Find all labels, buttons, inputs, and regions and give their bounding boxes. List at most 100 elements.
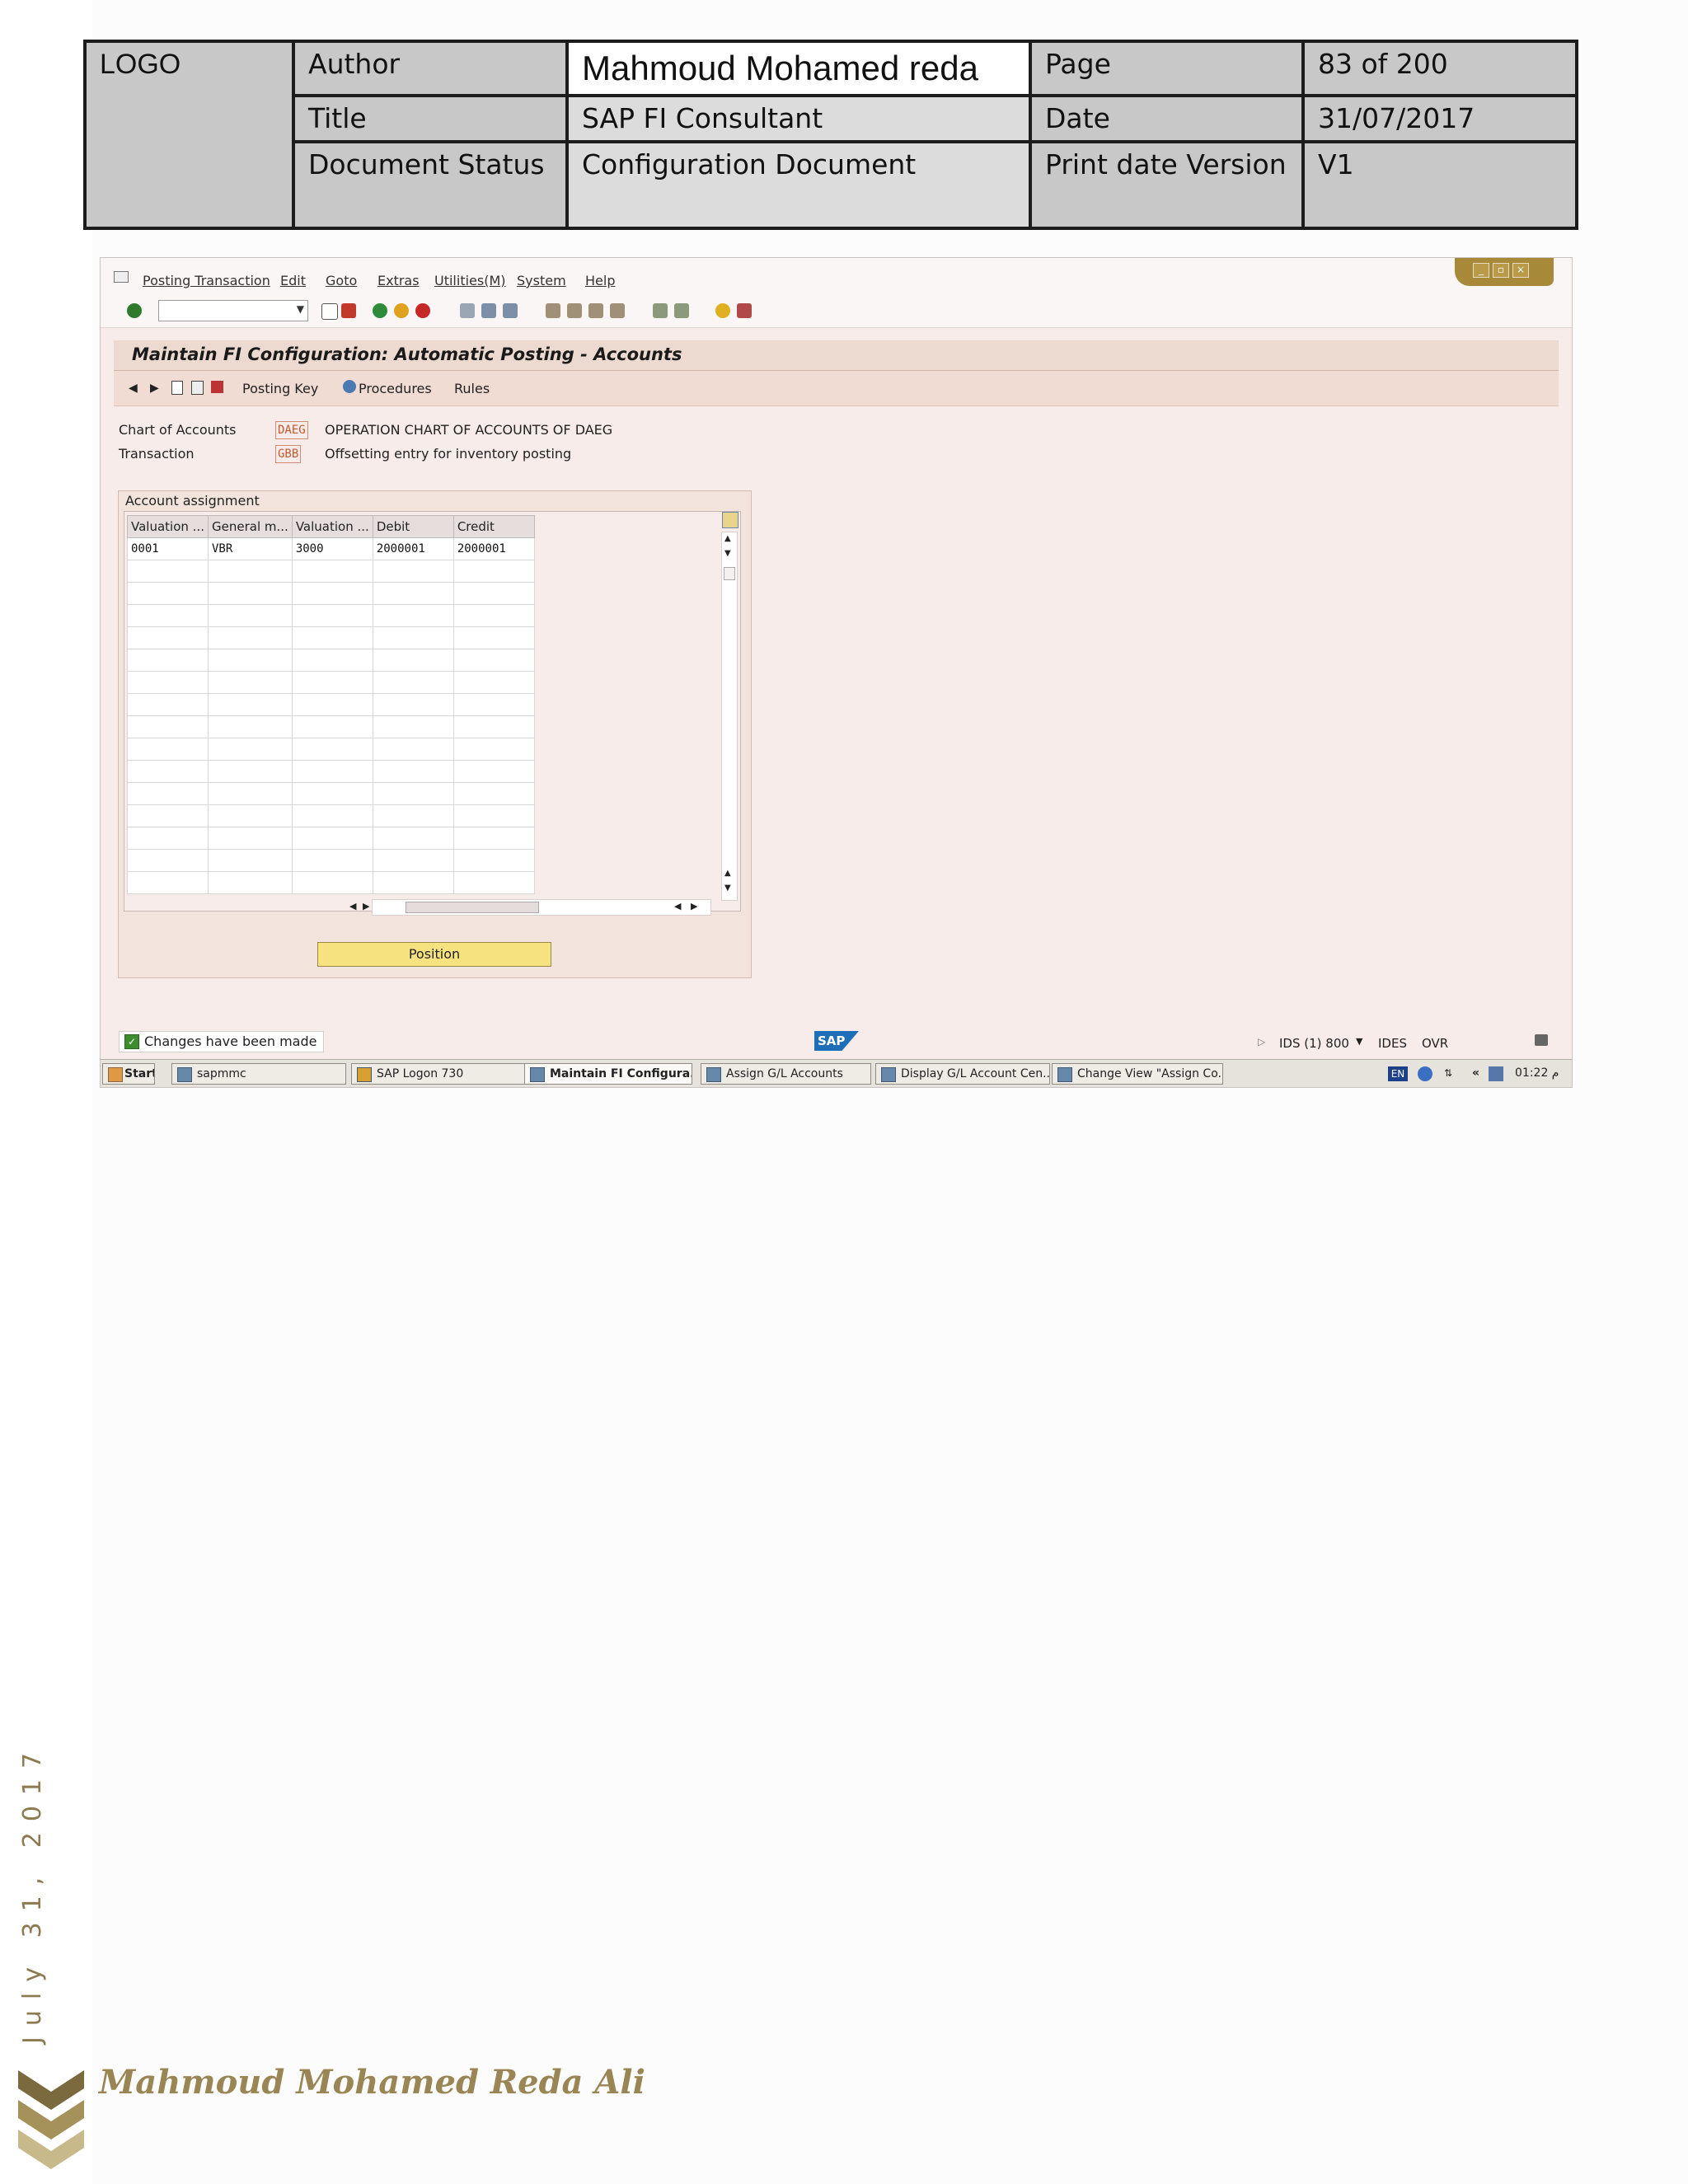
table-cell[interactable] — [208, 671, 293, 694]
scroll-left-icon[interactable]: ◀ — [349, 901, 356, 912]
table-cell[interactable] — [372, 871, 454, 894]
table-cell[interactable] — [372, 760, 454, 783]
table-cell[interactable] — [372, 604, 454, 627]
start-button[interactable]: Start — [102, 1063, 155, 1085]
table-cell[interactable] — [208, 782, 293, 805]
table-cell[interactable] — [372, 626, 454, 649]
back-icon[interactable] — [373, 303, 387, 318]
scroll-page-down-icon[interactable]: ▼ — [724, 883, 731, 893]
tray-arrows-icon[interactable]: ⇅ — [1444, 1063, 1452, 1083]
table-cell[interactable] — [127, 760, 209, 783]
table-cell[interactable]: VBR — [208, 537, 293, 560]
next-page-icon[interactable] — [588, 303, 603, 318]
shortcut-icon[interactable] — [674, 303, 689, 318]
table-cell[interactable] — [291, 626, 373, 649]
transaction-field[interactable]: GBB — [275, 445, 302, 463]
close-icon[interactable]: × — [1512, 263, 1529, 278]
table-cell[interactable] — [291, 849, 373, 872]
column-header[interactable]: Valuation ... — [291, 515, 373, 538]
table-cell[interactable] — [127, 715, 209, 738]
taskbar-item-change-view[interactable]: Change View "Assign Co... — [1052, 1063, 1223, 1085]
taskbar-item-display-gl[interactable]: Display G/L Account Cen... — [875, 1063, 1050, 1085]
help-tray-icon[interactable] — [1418, 1066, 1432, 1081]
table-cell[interactable] — [127, 738, 209, 761]
table-cell[interactable] — [291, 782, 373, 805]
last-page-icon[interactable] — [610, 303, 625, 318]
table-cell[interactable] — [291, 649, 373, 672]
table-cell[interactable] — [452, 560, 535, 583]
table-cell[interactable] — [372, 582, 454, 605]
table-cell[interactable] — [291, 582, 373, 605]
table-cell[interactable] — [372, 738, 454, 761]
rules-button[interactable]: Rules — [454, 381, 490, 396]
procedures-icon[interactable] — [343, 380, 356, 393]
system-info[interactable]: IDS (1) 800 — [1279, 1036, 1349, 1051]
table-cell[interactable] — [208, 582, 293, 605]
find-next-icon[interactable] — [503, 303, 518, 318]
table-cell[interactable] — [208, 849, 293, 872]
table-cell[interactable] — [452, 626, 535, 649]
table-cell[interactable] — [291, 671, 373, 694]
table-cell[interactable] — [208, 626, 293, 649]
table-cell[interactable] — [291, 827, 373, 850]
taskbar-item-sapmmc[interactable]: sapmmc — [171, 1063, 346, 1085]
print-icon[interactable] — [460, 303, 475, 318]
table-cell[interactable] — [291, 693, 373, 716]
help-icon[interactable] — [715, 303, 730, 318]
column-header[interactable]: Debit — [372, 515, 454, 538]
copy-icon[interactable] — [191, 381, 204, 395]
table-cell[interactable] — [372, 849, 454, 872]
table-cell[interactable] — [208, 738, 293, 761]
table-cell[interactable] — [208, 649, 293, 672]
menu-help[interactable]: Help — [585, 273, 615, 288]
table-cell[interactable] — [127, 626, 209, 649]
table-settings-icon[interactable] — [722, 512, 738, 528]
table-cell[interactable] — [127, 871, 209, 894]
table-cell[interactable] — [291, 871, 373, 894]
menu-posting-transaction[interactable]: Posting Transaction — [143, 273, 270, 288]
horizontal-scrollbar[interactable]: ◀ ▶ ◀ ▶ — [349, 899, 711, 916]
table-cell[interactable] — [127, 693, 209, 716]
scroll-down-icon[interactable]: ▼ — [724, 549, 731, 558]
table-cell[interactable] — [127, 604, 209, 627]
table-cell[interactable] — [372, 649, 454, 672]
table-cell[interactable]: 3000 — [291, 537, 373, 560]
table-cell[interactable]: 0001 — [127, 537, 209, 560]
back-triangle-icon[interactable] — [321, 303, 338, 320]
scroll-page-up-icon[interactable]: ▲ — [724, 869, 731, 878]
create-session-icon[interactable] — [653, 303, 668, 318]
table-cell[interactable] — [208, 604, 293, 627]
table-cell[interactable] — [372, 560, 454, 583]
taskbar-item-maintain-fi[interactable]: Maintain FI Configura... — [524, 1063, 692, 1085]
chart-of-accounts-field[interactable]: DAEG — [275, 421, 308, 439]
table-cell[interactable] — [127, 671, 209, 694]
table-cell[interactable] — [452, 849, 535, 872]
table-cell[interactable] — [372, 671, 454, 694]
table-cell[interactable] — [372, 827, 454, 850]
table-cell[interactable] — [291, 760, 373, 783]
table-cell[interactable] — [452, 604, 535, 627]
table-cell[interactable] — [291, 715, 373, 738]
restore-icon[interactable]: ▫ — [1493, 263, 1509, 278]
table-cell[interactable] — [127, 804, 209, 827]
table-cell[interactable] — [291, 804, 373, 827]
first-page-icon[interactable] — [546, 303, 560, 318]
table-cell[interactable] — [127, 649, 209, 672]
table-cell[interactable]: 2000001 — [452, 537, 535, 560]
table-cell[interactable]: 2000001 — [372, 537, 454, 560]
find-icon[interactable] — [481, 303, 496, 318]
next-entry-icon[interactable]: ▶ — [150, 382, 159, 395]
table-cell[interactable] — [208, 560, 293, 583]
menu-extras[interactable]: Extras — [377, 273, 420, 288]
horizontal-scroll-thumb[interactable] — [406, 902, 539, 913]
minimize-icon[interactable]: _ — [1473, 263, 1489, 278]
table-cell[interactable] — [127, 849, 209, 872]
position-button[interactable]: Position — [317, 942, 551, 967]
table-cell[interactable] — [452, 804, 535, 827]
menu-edit[interactable]: Edit — [280, 273, 306, 288]
status-expand-icon[interactable]: ▷ — [1258, 1036, 1265, 1047]
table-cell[interactable] — [127, 560, 209, 583]
table-cell[interactable] — [208, 827, 293, 850]
menu-icon[interactable] — [114, 271, 129, 283]
table-cell[interactable] — [452, 827, 535, 850]
